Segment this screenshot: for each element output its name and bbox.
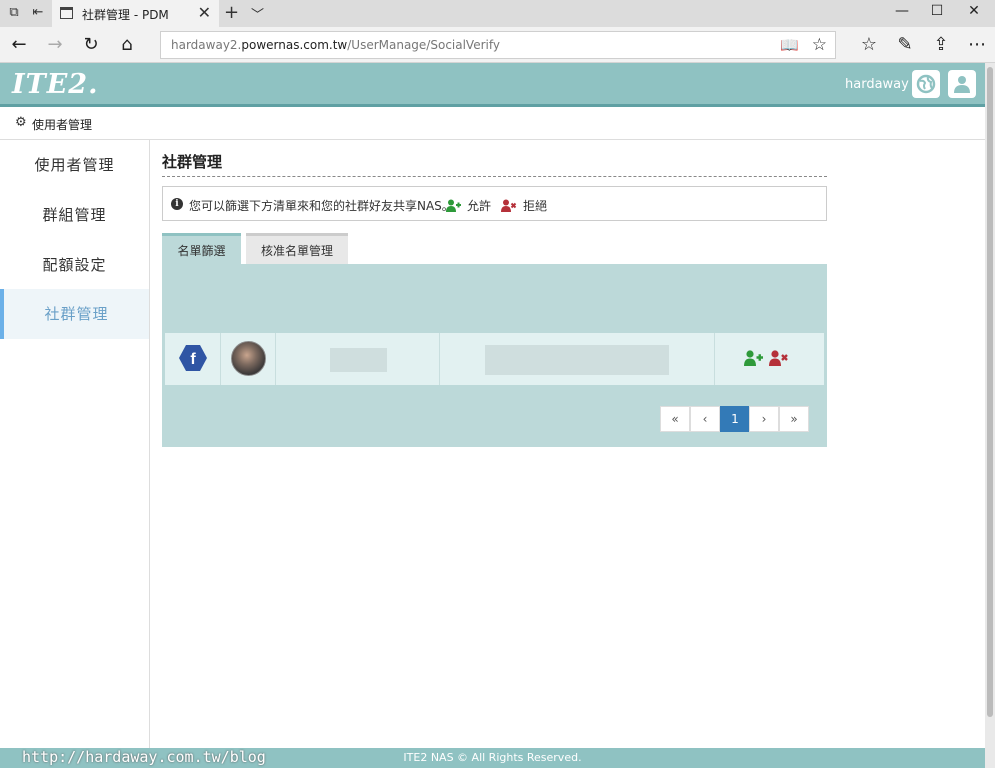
user-plus-icon <box>446 197 462 216</box>
logo: ITE2. <box>12 69 99 100</box>
tab-preview-icon[interactable]: ⧉ <box>4 4 24 22</box>
cell-divider <box>439 333 440 385</box>
tab-approved-list[interactable]: 核准名單管理 <box>246 233 348 264</box>
avatar <box>231 341 266 376</box>
more-icon[interactable]: ⋯ <box>963 33 991 57</box>
cell-divider <box>220 333 221 385</box>
tab-title: 社群管理 - PDM <box>82 8 169 22</box>
chevron-down-icon[interactable]: ﹀ <box>251 4 264 23</box>
maximize-icon[interactable]: ☐ <box>922 3 952 19</box>
reading-view-icon[interactable]: 📖 <box>780 36 799 54</box>
share-icon[interactable]: ⇪ <box>927 33 955 57</box>
footer: ITE2 NAS © All Rights Reserved. http://h… <box>0 748 985 768</box>
forward-arrow-icon[interactable]: → <box>41 33 69 57</box>
info-box: i 您可以篩選下方清單來和您的社群好友共享NAS。 允許 拒絕 <box>162 186 827 221</box>
breadcrumb: ⚙ 使用者管理 <box>0 107 985 140</box>
tab-filter-list[interactable]: 名單篩選 <box>162 233 241 264</box>
refresh-icon[interactable]: ↻ <box>77 33 105 57</box>
minimize-icon[interactable]: — <box>887 3 917 19</box>
filter-panel: f « ‹ 1 › » <box>162 264 827 447</box>
home-icon[interactable]: ⌂ <box>113 33 141 57</box>
blurred-name <box>330 348 387 372</box>
deny-user-icon[interactable] <box>769 350 789 370</box>
gear-icon: ⚙ <box>15 115 27 130</box>
sidebar-item-quota-settings[interactable]: 配額設定 <box>0 240 149 290</box>
first-page-button[interactable]: « <box>660 406 690 432</box>
url-prefix: hardaway2. <box>171 38 242 52</box>
sidebar-item-social-management[interactable]: 社群管理 <box>0 289 149 339</box>
next-page-button[interactable]: › <box>749 406 779 432</box>
page-icon <box>60 7 73 19</box>
sidebar: 使用者管理 群組管理 配額設定 社群管理 <box>0 140 150 748</box>
window-close-icon[interactable]: ✕ <box>959 3 989 19</box>
current-page-button[interactable]: 1 <box>720 406 750 432</box>
user-times-icon <box>501 197 517 216</box>
deny-label: 拒絕 <box>523 199 548 213</box>
svg-text:f: f <box>190 351 196 368</box>
scrollbar-thumb[interactable] <box>987 67 993 717</box>
browser-tab[interactable]: 社群管理 - PDM ✕ <box>52 0 219 27</box>
table-row: f <box>165 333 824 385</box>
last-page-button[interactable]: » <box>779 406 809 432</box>
allow-user-icon[interactable] <box>744 350 764 370</box>
breadcrumb-label[interactable]: 使用者管理 <box>32 116 92 133</box>
url-text: hardaway2.powernas.com.tw/UserManage/Soc… <box>171 38 500 52</box>
browser-nav-bar: ← → ↻ ⌂ hardaway2.powernas.com.tw/UserMa… <box>0 27 995 63</box>
cell-divider <box>275 333 276 385</box>
allow-label: 允許 <box>467 199 492 213</box>
vertical-scrollbar[interactable] <box>985 63 995 768</box>
user-icon[interactable] <box>948 70 976 98</box>
title-divider <box>162 176 827 177</box>
address-bar[interactable]: hardaway2.powernas.com.tw/UserManage/Soc… <box>160 31 836 59</box>
url-host: powernas.com.tw <box>241 38 348 52</box>
close-tab-icon[interactable]: ✕ <box>198 3 211 22</box>
new-tab-icon[interactable]: + <box>224 2 239 23</box>
globe-icon[interactable] <box>912 70 940 98</box>
cell-divider <box>714 333 715 385</box>
prev-page-button[interactable]: ‹ <box>690 406 720 432</box>
url-path: /UserManage/SocialVerify <box>347 38 500 52</box>
app-header: ITE2. hardaway <box>0 63 985 107</box>
info-text: 您可以篩選下方清單來和您的社群好友共享NAS。 <box>189 199 454 213</box>
sidebar-item-user-management[interactable]: 使用者管理 <box>0 140 149 190</box>
favorite-star-icon[interactable]: ☆ <box>812 35 827 55</box>
set-tabs-aside-icon[interactable]: ⇤ <box>28 4 48 22</box>
back-arrow-icon[interactable]: ← <box>5 33 33 57</box>
watermark: http://hardaway.com.tw/blog <box>22 748 266 766</box>
username: hardaway <box>845 77 909 92</box>
sidebar-item-group-management[interactable]: 群組管理 <box>0 190 149 240</box>
favorites-hub-icon[interactable]: ☆ <box>855 33 883 57</box>
facebook-icon: f <box>178 343 208 377</box>
page-title: 社群管理 <box>162 153 223 171</box>
web-note-icon[interactable]: ✎ <box>891 33 919 57</box>
blurred-email <box>485 345 669 375</box>
browser-tab-strip: ⧉ ⇤ 社群管理 - PDM ✕ + ﹀ — ☐ ✕ <box>0 0 995 27</box>
info-icon: i <box>171 198 183 210</box>
